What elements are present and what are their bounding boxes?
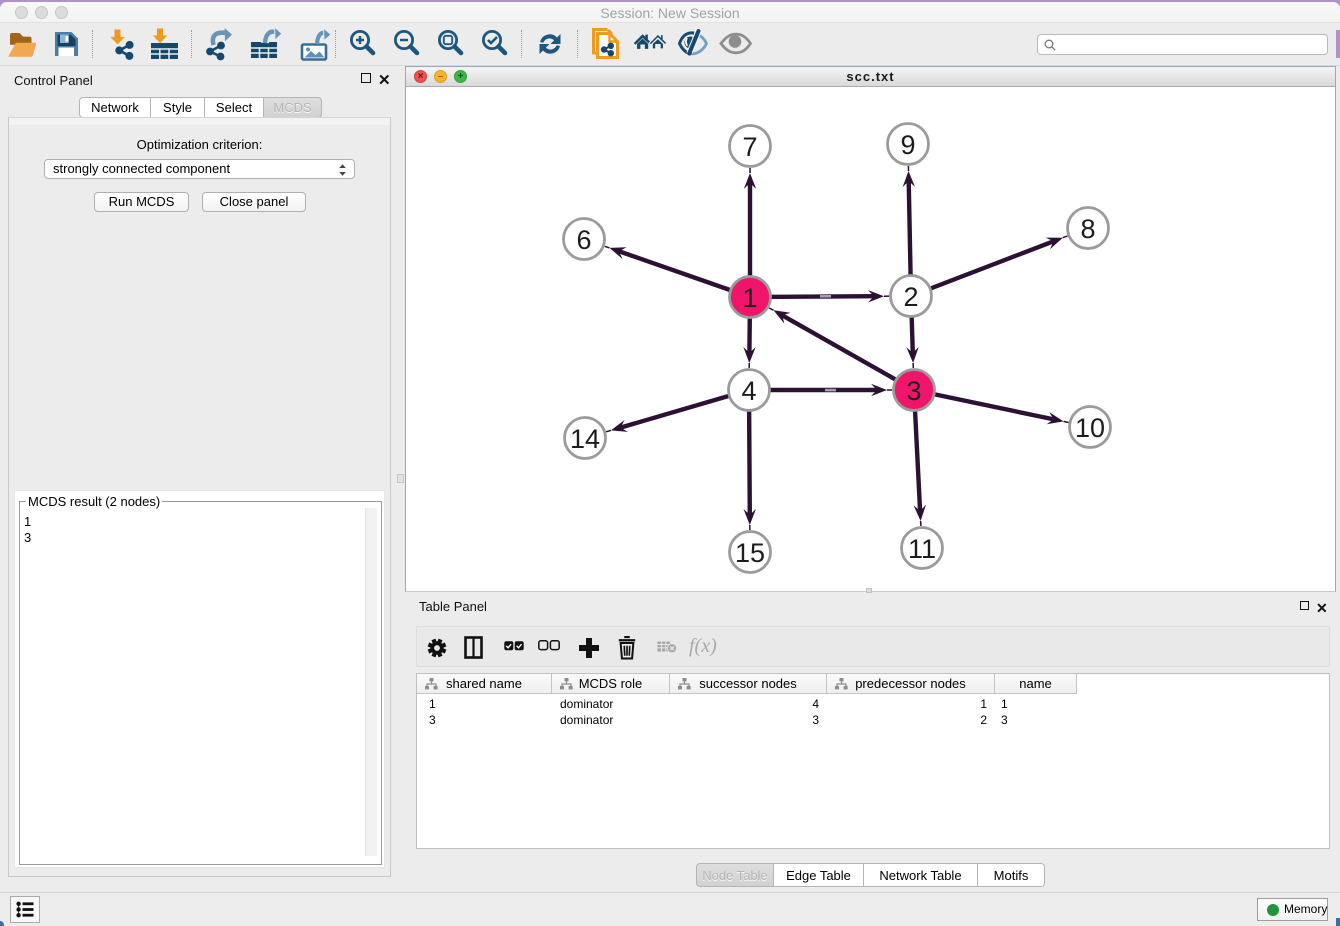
- svg-text:9: 9: [900, 130, 915, 160]
- svg-text:11: 11: [908, 534, 936, 564]
- svg-text:7: 7: [742, 132, 757, 162]
- svg-text:15: 15: [735, 538, 765, 568]
- svg-text:2: 2: [903, 282, 918, 312]
- svg-text:3: 3: [906, 376, 921, 406]
- svg-text:14: 14: [570, 424, 600, 454]
- svg-text:1: 1: [742, 283, 757, 313]
- svg-text:10: 10: [1075, 413, 1105, 443]
- svg-text:4: 4: [741, 376, 756, 406]
- svg-text:6: 6: [576, 225, 591, 255]
- svg-text:8: 8: [1080, 214, 1095, 244]
